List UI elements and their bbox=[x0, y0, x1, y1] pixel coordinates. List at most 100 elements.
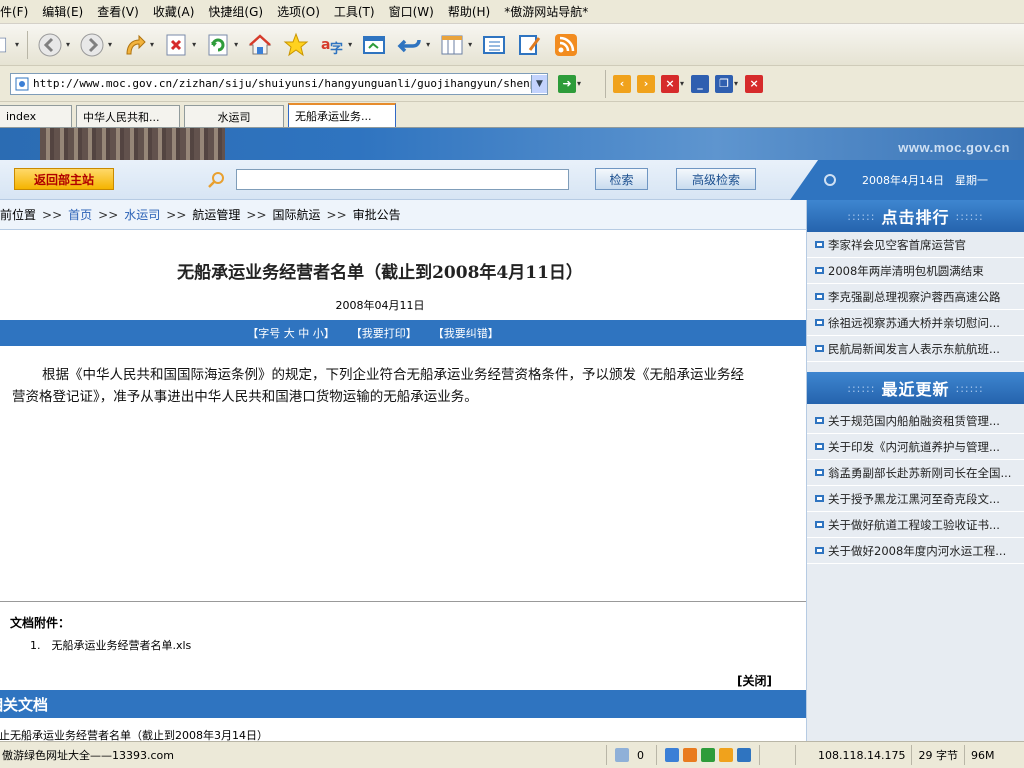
close-link[interactable]: [关闭] bbox=[737, 672, 772, 689]
menu-file[interactable]: 件(F) bbox=[0, 3, 28, 20]
feed-icon[interactable] bbox=[701, 748, 715, 762]
site-search-bar: 返回部主站 检索 高级检索 2008年4月14日 星期一 bbox=[0, 160, 1024, 200]
rank-item[interactable]: 李克强副总理视察沪蓉西高速公路 bbox=[807, 284, 1024, 310]
tab-moc[interactable]: 中华人民共和... bbox=[76, 105, 180, 127]
prev-tab-icon[interactable]: ‹ bbox=[613, 74, 632, 93]
latest-item-label: 翁孟勇副部长赴苏新刚司长在全国... bbox=[828, 465, 1012, 480]
menu-help[interactable]: 帮助(H) bbox=[448, 3, 490, 20]
related-doc-link[interactable]: 终止无船承运业务经营者名单（截止到2008年3月14日） bbox=[0, 727, 806, 741]
chevron-down-icon[interactable]: ▼ bbox=[531, 74, 547, 93]
chevron-down-icon[interactable]: ▾ bbox=[680, 79, 684, 88]
menu-view[interactable]: 查看(V) bbox=[97, 3, 139, 20]
menu-quickgroup[interactable]: 快捷组(G) bbox=[208, 3, 263, 20]
chevron-down-icon[interactable]: ▾ bbox=[108, 40, 112, 49]
rank-heading: :::::: 点击排行 :::::: bbox=[807, 200, 1024, 232]
breadcrumb-shuiyunsi[interactable]: 水运司 bbox=[124, 206, 160, 223]
sync-icon[interactable] bbox=[665, 748, 679, 762]
heading-dots: :::::: bbox=[955, 209, 984, 223]
tab-active[interactable]: 无船承运业务... bbox=[288, 103, 396, 127]
attachments-label: 文档附件： bbox=[10, 616, 71, 630]
article-tools: 【字号 大 中 小】 【我要打印】 【我要纠错】 bbox=[0, 320, 806, 346]
print-tool[interactable]: 【我要打印】 bbox=[351, 325, 417, 341]
latest-item[interactable]: 关于做好航道工程竣工验收证书... bbox=[807, 512, 1024, 538]
chevron-down-icon[interactable]: ▾ bbox=[734, 79, 738, 88]
chevron-down-icon[interactable]: ▾ bbox=[426, 40, 430, 49]
bullet-icon bbox=[815, 345, 824, 352]
favorites-icon[interactable] bbox=[281, 30, 311, 60]
screen-icon[interactable] bbox=[737, 748, 751, 762]
restore-icon[interactable]: ❐ bbox=[715, 74, 734, 93]
bullet-icon bbox=[815, 319, 824, 326]
attachment-link[interactable]: 1. 无船承运业务经营者名单.xls bbox=[30, 637, 191, 653]
close-icon[interactable]: × bbox=[745, 74, 764, 93]
rank-item[interactable]: 2008年两岸清明包机圆满结束 bbox=[807, 258, 1024, 284]
sidebar: :::::: 点击排行 :::::: 李家祥会见空客首席运营官 2008年两岸清… bbox=[806, 200, 1024, 741]
notes-icon[interactable] bbox=[515, 30, 545, 60]
chevron-down-icon[interactable]: ▾ bbox=[66, 40, 70, 49]
latest-item[interactable]: 关于授予黑龙江黑河至奇克段文... bbox=[807, 486, 1024, 512]
search-input[interactable] bbox=[236, 169, 569, 190]
chevron-down-icon[interactable]: ▾ bbox=[468, 40, 472, 49]
advanced-search-button[interactable]: 高级检索 bbox=[676, 168, 756, 190]
menu-favorites[interactable]: 收藏(A) bbox=[153, 3, 195, 20]
back-icon[interactable] bbox=[35, 30, 65, 60]
menu-options[interactable]: 选项(O) bbox=[277, 3, 320, 20]
report-error-tool[interactable]: 【我要纠错】 bbox=[433, 325, 499, 341]
stop-icon[interactable] bbox=[161, 30, 191, 60]
home-site-button[interactable]: 返回部主站 bbox=[14, 168, 114, 190]
minimize-icon[interactable]: _ bbox=[691, 74, 710, 93]
chevron-down-icon[interactable]: ▾ bbox=[348, 40, 352, 49]
star-icon[interactable] bbox=[719, 748, 733, 762]
window-icon[interactable] bbox=[359, 30, 389, 60]
latest-item[interactable]: 关于做好2008年度内河水运工程... bbox=[807, 538, 1024, 564]
mail-icon[interactable] bbox=[615, 748, 629, 762]
tab-index[interactable]: index bbox=[0, 105, 72, 127]
status-tools bbox=[656, 745, 759, 765]
status-icons: 0 bbox=[606, 745, 656, 765]
menu-site-nav[interactable]: *傲游网站导航* bbox=[504, 3, 588, 20]
address-input[interactable]: http://www.moc.gov.cn/zizhan/siju/shuiyu… bbox=[10, 72, 548, 95]
chevron-down-icon[interactable]: ▾ bbox=[234, 40, 238, 49]
rank-item-label: 2008年两岸清明包机圆满结束 bbox=[828, 263, 984, 278]
list-icon[interactable] bbox=[479, 30, 509, 60]
banner-url: www.moc.gov.cn bbox=[898, 140, 1010, 155]
latest-item[interactable]: 关于规范国内船舶融资租赁管理... bbox=[807, 408, 1024, 434]
latest-item[interactable]: 关于印发《内河航道养护与管理... bbox=[807, 434, 1024, 460]
home-icon[interactable] bbox=[245, 30, 275, 60]
tab-shuiyunsi[interactable]: 水运司 bbox=[184, 105, 284, 127]
up-icon[interactable] bbox=[119, 30, 149, 60]
new-page-icon[interactable] bbox=[0, 30, 14, 60]
menu-edit[interactable]: 编辑(E) bbox=[42, 3, 83, 20]
font-size-tool[interactable]: 【字号 大 中 小】 bbox=[247, 325, 335, 341]
breadcrumb-prefix: 当前位置 bbox=[0, 208, 37, 222]
latest-item-label: 关于规范国内船舶融资租赁管理... bbox=[828, 413, 1000, 428]
bullet-icon bbox=[815, 521, 824, 528]
menu-window[interactable]: 窗口(W) bbox=[389, 3, 434, 20]
chevron-down-icon[interactable]: ▾ bbox=[150, 40, 154, 49]
chevron-down-icon[interactable]: ▾ bbox=[577, 79, 581, 88]
go-icon[interactable]: ➜ bbox=[558, 74, 576, 93]
next-tab-icon[interactable]: › bbox=[637, 74, 656, 93]
close-tab-icon[interactable]: × bbox=[661, 74, 680, 93]
tab-bar: index 中华人民共和... 水运司 无船承运业务... bbox=[0, 102, 1024, 128]
search-button[interactable]: 检索 bbox=[595, 168, 648, 190]
undo-icon[interactable] bbox=[395, 30, 425, 60]
translate-icon[interactable]: a字 bbox=[317, 30, 347, 60]
latest-heading: :::::: 最近更新 :::::: bbox=[807, 372, 1024, 404]
rank-item[interactable]: 徐祖远视察苏通大桥并亲切慰问... bbox=[807, 310, 1024, 336]
rank-item-label: 李家祥会见空客首席运营官 bbox=[828, 237, 966, 252]
rss-icon[interactable] bbox=[551, 30, 581, 60]
chevron-down-icon[interactable]: ▾ bbox=[192, 40, 196, 49]
page-title: 无船承运业务经营者名单（截止到2008年4月11日） bbox=[177, 263, 583, 283]
refresh-icon[interactable] bbox=[203, 30, 233, 60]
rank-item[interactable]: 民航局新闻发言人表示东航航班... bbox=[807, 336, 1024, 362]
related-docs-heading: 相关文档 bbox=[0, 690, 806, 718]
gear-icon[interactable] bbox=[683, 748, 697, 762]
chevron-down-icon[interactable]: ▾ bbox=[15, 40, 19, 49]
breadcrumb-home[interactable]: 首页 bbox=[68, 206, 92, 223]
columns-icon[interactable] bbox=[437, 30, 467, 60]
rank-item[interactable]: 李家祥会见空客首席运营官 bbox=[807, 232, 1024, 258]
menu-tools[interactable]: 工具(T) bbox=[334, 3, 375, 20]
latest-item[interactable]: 翁孟勇副部长赴苏新刚司长在全国... bbox=[807, 460, 1024, 486]
forward-icon[interactable] bbox=[77, 30, 107, 60]
